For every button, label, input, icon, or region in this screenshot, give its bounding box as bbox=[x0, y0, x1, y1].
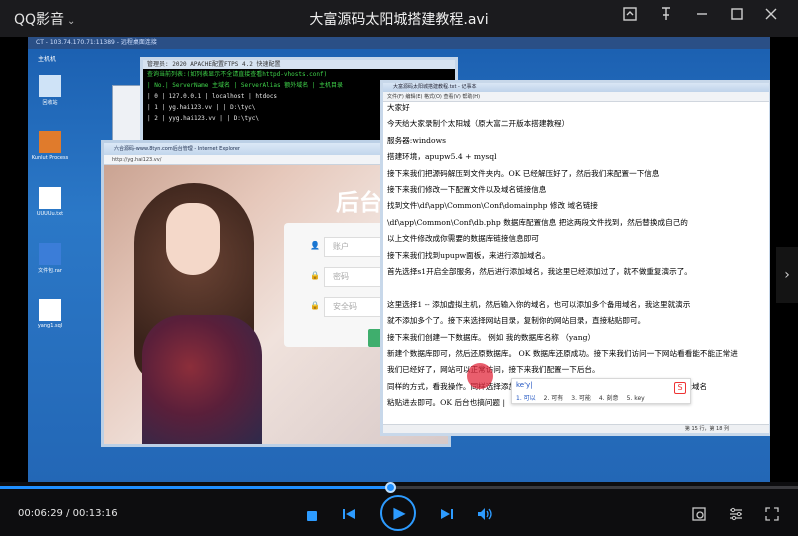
sogou-icon: S bbox=[674, 382, 686, 394]
video-player: QQ影音 ⌄ 大富源码太阳城搭建教程.avi CT - 103.74.170.71… bbox=[0, 0, 798, 536]
notepad-text: 大家好今天给大家录制个太阳城（原大富二开版本搭建教程） 服务器:windows 搭建… bbox=[385, 102, 769, 422]
video-title: 大富源码太阳城搭建教程.avi bbox=[309, 12, 489, 28]
notepad-line: 搭建环境，apupw5.4 + mysql bbox=[387, 152, 497, 162]
ime-candidate: 5. key bbox=[626, 395, 645, 402]
notepad-line: 新建个数据库即可，然后还原数据库。 OK 数据库还原成功。接下来我们访问一下网站… bbox=[387, 349, 738, 358]
notepad-line: 接下来我们找到upupw面板，来进行添加域名。 bbox=[387, 250, 550, 260]
notepad-line: 大家好 bbox=[387, 103, 410, 112]
notepad-menu: 文件(F) 编辑(E) 格式(O) 查看(V) 帮助(H) bbox=[383, 92, 769, 102]
notepad-line: \df\app\Common\Conf\db.php 数据库配置信息 把这两段文… bbox=[387, 217, 688, 227]
notepad-line: 这里选择1 -- 添加虚拟主机，然后输入你的域名，也可以添加多个备用域名，我这里… bbox=[387, 299, 691, 309]
notepad-window: 大富源码太阳城搭建教程.txt - 记事本 文件(F) 编辑(E) 格式(O) … bbox=[380, 80, 770, 436]
remote-desktop: CT - 103.74.170.71:11389 - 远程桌面连接 主机机 回收… bbox=[28, 37, 770, 482]
app-name: QQ影音 bbox=[14, 12, 65, 28]
notepad-status: 第 15 行，第 18 列 bbox=[383, 424, 769, 433]
ime-candidate: 1. 可以 bbox=[516, 395, 536, 402]
settings-icon[interactable] bbox=[727, 506, 745, 524]
desktop-icon[interactable]: Kunlut Process bbox=[28, 131, 72, 161]
desktop-icon[interactable]: 回收站 bbox=[28, 75, 72, 106]
volume-icon[interactable] bbox=[477, 506, 493, 525]
time-display: 00:06:29 / 00:13:16 bbox=[18, 508, 118, 519]
playlist-toggle-icon[interactable]: › bbox=[776, 247, 798, 303]
desktop-label: 主机机 bbox=[38, 56, 57, 63]
maximize-icon[interactable] bbox=[725, 6, 749, 30]
file-icon bbox=[39, 299, 61, 321]
remote-desktop-bar: CT - 103.74.170.71:11389 - 远程桌面连接 bbox=[28, 37, 770, 49]
app-menu[interactable]: QQ影音 ⌄ bbox=[14, 9, 75, 29]
ime-candidate-box: ke'y| 1. 可以 2. 可有 3. 可能 4. 刻意 5. key S bbox=[511, 378, 691, 404]
ime-candidate: 2. 可有 bbox=[543, 395, 564, 402]
lock-icon: 🔒 bbox=[310, 301, 320, 310]
ime-candidate: 4. 刻意 bbox=[598, 395, 619, 402]
file-icon bbox=[39, 187, 61, 209]
total-time: 00:13:16 bbox=[72, 508, 118, 519]
cmd-line: 查询当前列表:(如列表显示不全请直接查看httpd-vhosts.conf) bbox=[147, 71, 328, 78]
notepad-line: 今天给大家录制个太阳城（原大富二开版本搭建教程） bbox=[387, 119, 570, 129]
desktop-icon-label: yang1.sql bbox=[37, 323, 63, 329]
ime-candidate: 3. 可能 bbox=[571, 395, 591, 402]
seek-progress bbox=[0, 486, 391, 489]
desktop-icon[interactable]: yang1.sql bbox=[28, 299, 72, 329]
file-icon bbox=[39, 243, 61, 265]
previous-icon[interactable] bbox=[342, 506, 356, 525]
cmd-title: 管理员: 2020 APACHE配置FTPS 4.2 快速配置 bbox=[143, 60, 455, 69]
notepad-line: 接下来我们创建一下数据库。 例如 我的数据库名称 （yang） bbox=[387, 332, 596, 342]
notepad-line: 就不添加多个了。接下来选择网站目录，复制你的网站目录，直接粘贴即可。 bbox=[387, 316, 646, 326]
lock-icon: 🔒 bbox=[310, 271, 320, 280]
minimize-icon[interactable] bbox=[690, 6, 714, 30]
ime-input: ke'y| bbox=[516, 381, 533, 389]
chevron-down-icon: ⌄ bbox=[67, 16, 76, 27]
control-bar: 00:06:29 / 00:13:16 ▶ bbox=[0, 494, 798, 536]
play-button[interactable]: ▶ bbox=[380, 495, 416, 531]
desktop-icon[interactable]: 文件包.rar bbox=[28, 243, 72, 274]
title-bar: QQ影音 ⌄ 大富源码太阳城搭建教程.avi bbox=[0, 0, 798, 37]
notepad-line: 我们已经好了，网站可以正常访问，接下来我们配置一下后台。 bbox=[387, 365, 600, 375]
desktop-icon-label: UUUUu.txt bbox=[36, 211, 64, 217]
mini-mode-icon[interactable] bbox=[618, 6, 642, 30]
stop-icon[interactable] bbox=[306, 507, 318, 526]
notepad-line: 以上文件修改成你需要的数据库链接信息即可 bbox=[387, 234, 539, 244]
notepad-title: 大富源码太阳城搭建教程.txt - 记事本 bbox=[383, 83, 769, 92]
video-frame[interactable]: CT - 103.74.170.71:11389 - 远程桌面连接 主机机 回收… bbox=[0, 37, 798, 482]
file-icon bbox=[39, 131, 61, 153]
model-face bbox=[166, 203, 220, 275]
notepad-line: 服务器:windows bbox=[387, 135, 446, 145]
desktop-icon[interactable]: UUUUu.txt bbox=[28, 187, 72, 217]
fullscreen-icon[interactable] bbox=[763, 506, 781, 524]
seek-handle[interactable] bbox=[385, 482, 397, 493]
next-icon[interactable] bbox=[440, 506, 454, 525]
close-icon[interactable] bbox=[759, 6, 783, 30]
user-icon: 👤 bbox=[310, 241, 320, 250]
file-icon bbox=[39, 75, 61, 97]
model-dress bbox=[142, 315, 262, 444]
notepad-line: 首先选择s1开启全部服务，然后进行添加域名，我这里已经添加过了，就不做重复演示了… bbox=[387, 267, 692, 276]
admin-brand: 后台 bbox=[336, 190, 382, 216]
notepad-line: 接下来我们修改一下配置文件以及域名链接信息 bbox=[387, 185, 547, 194]
mouse-highlight bbox=[467, 363, 493, 389]
seek-bar[interactable] bbox=[0, 482, 798, 494]
notepad-line: 接下来我们把源码解压到文件夹内。OK 已经解压好了，然后我们来配置一下信息 bbox=[387, 168, 660, 178]
desktop-icon-label: 文件包.rar bbox=[38, 268, 62, 274]
ime-candidates: 1. 可以 2. 可有 3. 可能 4. 刻意 5. key bbox=[516, 393, 653, 402]
desktop-icon-label: 回收站 bbox=[42, 100, 58, 106]
screenshot-icon[interactable] bbox=[690, 506, 708, 524]
desktop-icon-label: Kunlut Process bbox=[31, 155, 69, 161]
notepad-line: 找到文件\df\app\Common\Conf\domainphp 修改 域名链… bbox=[387, 201, 598, 211]
pin-icon[interactable] bbox=[654, 6, 678, 30]
current-time: 00:06:29 bbox=[18, 508, 63, 519]
